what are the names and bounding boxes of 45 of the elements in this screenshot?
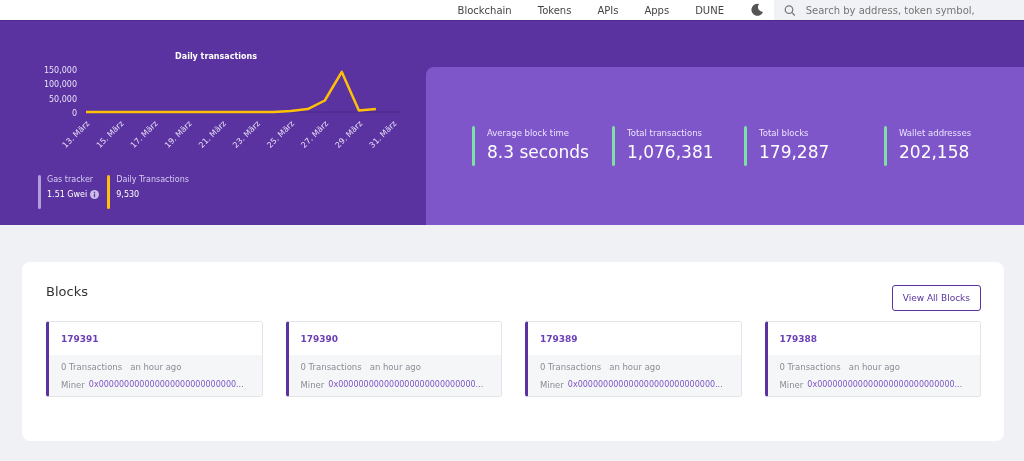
transaction-count: 0 Transactions	[300, 362, 362, 372]
stat-value: 8.3 seconds	[487, 142, 589, 162]
miner-address-link[interactable]: 0x000000000000000000000000000...	[88, 380, 244, 390]
nav-link[interactable]: Tokens	[537, 4, 572, 16]
block-number-link[interactable]: 179389	[540, 333, 578, 344]
block-number-link[interactable]: 179390	[300, 333, 339, 344]
nav-link[interactable]: DUNE	[695, 4, 724, 16]
miner-label: Miner	[300, 380, 325, 390]
stat-value: 1.51 Gwei	[47, 190, 88, 199]
stat-value: 179,287	[759, 142, 830, 162]
y-tick-label: 150,000	[43, 66, 77, 75]
transaction-count: 0 Transactions	[540, 362, 602, 372]
miner-label: Miner	[61, 380, 85, 390]
miner-address-link[interactable]: 0x000000000000000000000000000...	[328, 380, 484, 390]
miner-address-link[interactable]: 0x000000000000000000000000000...	[567, 380, 723, 390]
stat-label: Wallet addresses	[899, 128, 972, 138]
stat-value: 1,076,381	[627, 142, 714, 162]
block-time: an hour ago	[130, 362, 182, 372]
stat-value: 202,158	[899, 142, 971, 162]
transaction-count: 0 Transactions	[779, 362, 841, 372]
miner-address-link[interactable]: 0x000000000000000000000000000...	[807, 380, 963, 390]
y-tick-label: 100,000	[43, 80, 77, 90]
nav-link[interactable]: Blockchain	[457, 4, 512, 16]
block-number-link[interactable]: 179388	[779, 333, 818, 344]
stat-label: Gas tracker	[47, 175, 95, 184]
stat-label: Total transactions	[627, 128, 703, 138]
nav-link[interactable]: Apps	[644, 4, 670, 16]
block-number-link[interactable]: 179391	[61, 333, 99, 344]
miner-label: Miner	[779, 380, 804, 390]
stat-label: Total blocks	[759, 128, 810, 138]
y-tick-label: 50,000	[49, 94, 77, 104]
block-time: an hour ago	[369, 362, 421, 372]
stat-value: 9,530	[116, 190, 140, 199]
stat-label: Average block time	[487, 128, 571, 138]
nav-link[interactable]: APIs	[597, 4, 619, 16]
block-time: an hour ago	[848, 362, 900, 372]
search-field[interactable]: Search by address, token symbol,	[774, 0, 1024, 20]
block-time: an hour ago	[609, 362, 661, 372]
y-tick-label: 0	[71, 109, 77, 118]
section-title: Blocks	[46, 284, 88, 299]
view-all-button[interactable]: View All Blocks	[891, 285, 981, 311]
stat-label: Daily Transactions	[116, 175, 189, 184]
transaction-count: 0 Transactions	[61, 362, 123, 372]
chart-title: Daily transactions	[175, 52, 257, 61]
miner-label: Miner	[540, 380, 564, 390]
